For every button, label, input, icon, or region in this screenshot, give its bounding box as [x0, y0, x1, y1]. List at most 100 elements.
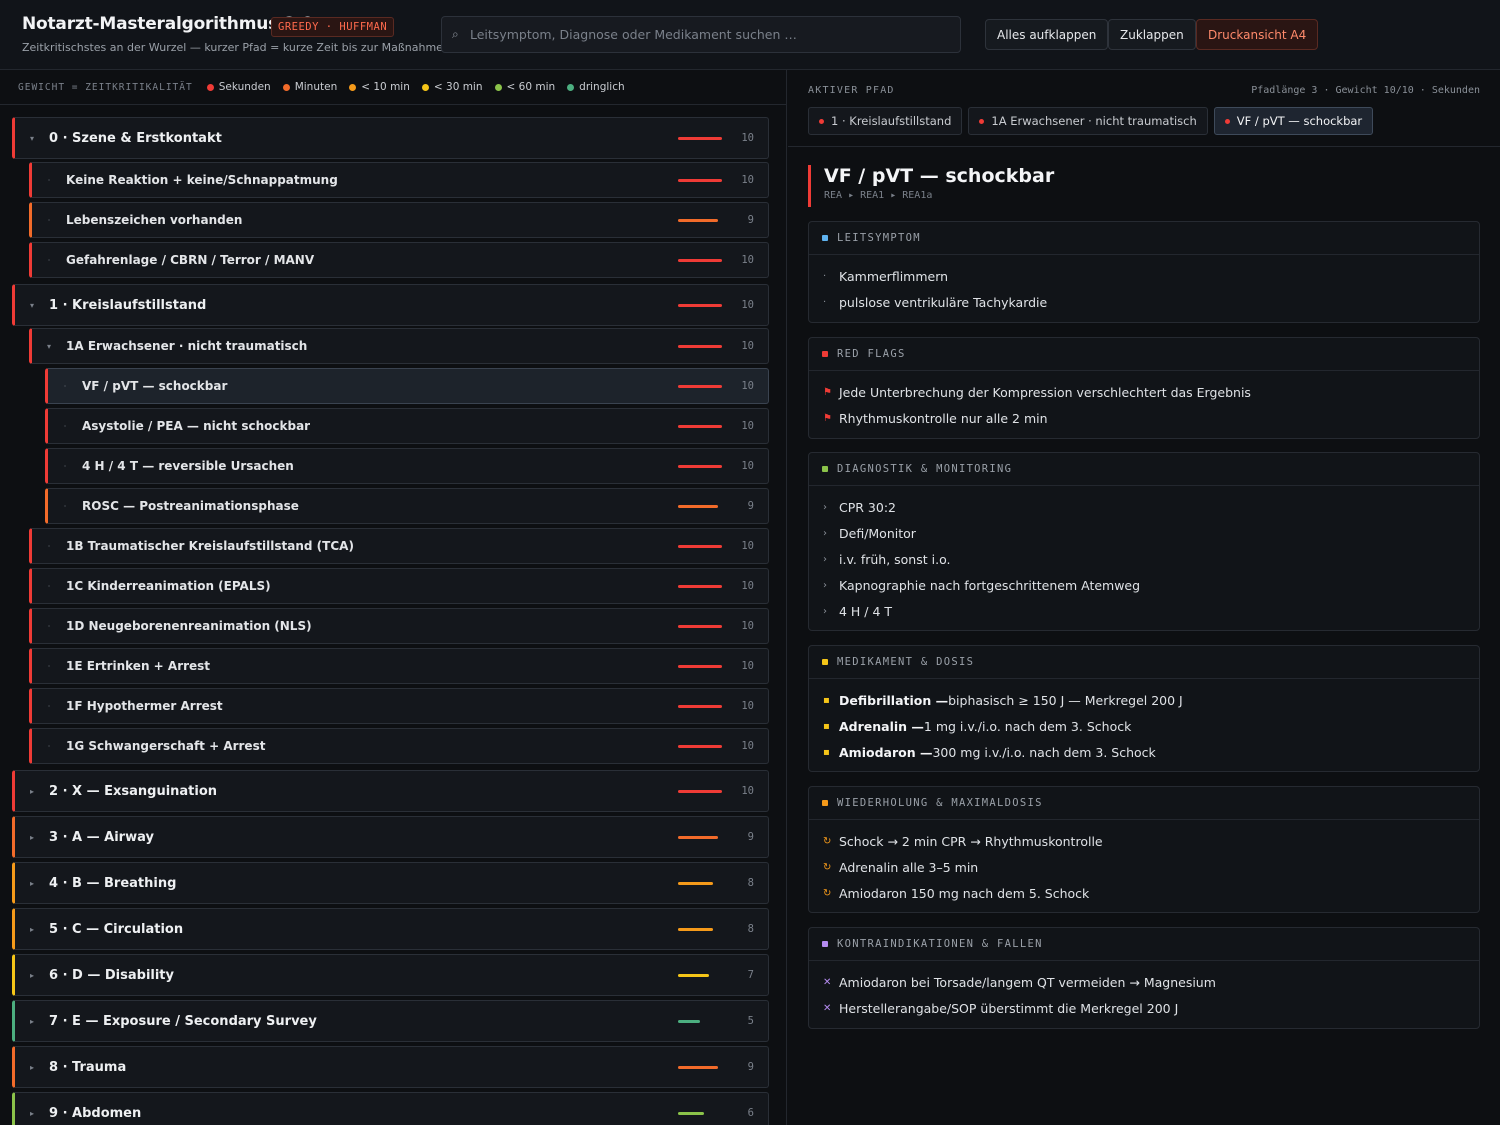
- collapse-button[interactable]: Zuklappen: [1108, 19, 1196, 50]
- tree-node[interactable]: ▸ 4 · B — Breathing 8: [12, 862, 769, 904]
- tree-node[interactable]: · 1F Hypothermer Arrest 10: [29, 688, 769, 724]
- tree-node-label: 3 · A — Airway: [49, 829, 154, 845]
- search-input[interactable]: [470, 27, 960, 42]
- item-text: Schock → 2 min CPR → Rhythmuskontrolle: [839, 834, 1103, 850]
- legend-items: Sekunden Minuten < 10 min < 30 min < 60 min d…: [206, 81, 637, 93]
- tree-node-label: 1 · Kreislaufstillstand: [49, 297, 207, 313]
- list-item: ✕ Herstellerangabe/SOP überstimmt die Mer…: [823, 996, 1465, 1022]
- weight-bar-fill: [678, 344, 722, 348]
- crumb-dot: [1224, 118, 1230, 124]
- tree-node[interactable]: · ROSC — Postreanimationsphase 9: [45, 488, 769, 524]
- detail-breadcrumb: REA ▸ REA1 ▸ REA1a: [824, 190, 933, 201]
- weight-bar: [678, 973, 722, 977]
- weight-value: 10: [741, 174, 754, 186]
- chevron-right-icon: ▸: [29, 1016, 34, 1026]
- dot-icon: ·: [63, 501, 67, 511]
- weight-value: 10: [741, 132, 754, 144]
- tree-node[interactable]: · 4 H / 4 T — reversible Ursachen 10: [45, 448, 769, 484]
- dot-icon: ·: [823, 297, 827, 309]
- cross-icon: ✕: [823, 977, 832, 989]
- list-item: › CPR 30:2: [823, 495, 1465, 521]
- tree-node-label: 9 · Abdomen: [49, 1105, 142, 1121]
- tree-node[interactable]: · Gefahrenlage / CBRN / Terror / MANV 10: [29, 242, 769, 278]
- section-dot: [822, 466, 828, 472]
- tree-node[interactable]: · 1D Neugeborenenreanimation (NLS) 10: [29, 608, 769, 644]
- tree-node-label: 1B Traumatischer Kreislaufstillstand (TC…: [66, 539, 354, 553]
- square-icon: ▪: [823, 746, 830, 758]
- tree-node[interactable]: · 1B Traumatischer Kreislaufstillstand (T…: [29, 528, 769, 564]
- tree-node[interactable]: ▸ 7 · E — Exposure / Secondary Survey 5: [12, 1000, 769, 1042]
- tree-node[interactable]: · 1C Kinderreanimation (EPALS) 10: [29, 568, 769, 604]
- chevron-right-icon: ▸: [29, 786, 34, 796]
- tree-node-label: 4 · B — Breathing: [49, 875, 177, 891]
- path-crumb[interactable]: 1 · Kreislaufstillstand: [808, 107, 963, 135]
- tree-node-active[interactable]: · VF / pVT — schockbar 10: [45, 368, 769, 404]
- weight-value: 10: [741, 740, 754, 752]
- search-icon: ⌕: [452, 27, 459, 41]
- chevron-down-icon: ▾: [29, 133, 34, 143]
- tree-node[interactable]: · Keine Reaktion + keine/Schnappatmung 10: [29, 162, 769, 198]
- item-text: CPR 30:2: [839, 500, 896, 516]
- weight-bar: [678, 258, 722, 262]
- repeat-icon: ↻: [823, 836, 832, 848]
- list-item: ⚑ Rhythmuskontrolle nur alle 2 min: [823, 406, 1465, 432]
- chevron-down-icon: ▾: [46, 341, 51, 351]
- print-view-button[interactable]: Druckansicht A4: [1196, 19, 1319, 50]
- weight-bar-fill: [678, 303, 722, 307]
- tree-node[interactable]: ▸ 9 · Abdomen 6: [12, 1092, 769, 1125]
- weight-bar: [678, 544, 722, 548]
- weight-bar: [678, 464, 722, 468]
- section-kontraindikationen: KONTRAINDIKATIONEN & FALLEN ✕ Amiodaron be…: [808, 927, 1480, 1029]
- item-term: Adrenalin —: [839, 719, 924, 735]
- legend-title: GEWICHT = ZEITKRITIKALITÄT: [18, 81, 193, 93]
- weight-bar-fill: [678, 258, 722, 262]
- dot-icon: ·: [47, 215, 51, 225]
- tree-node[interactable]: ▸ 5 · C — Circulation 8: [12, 908, 769, 950]
- tree-node[interactable]: · Asystolie / PEA — nicht schockbar 10: [45, 408, 769, 444]
- tree-node[interactable]: ▸ 2 · X — Exsanguination 10: [12, 770, 769, 812]
- crumb-dot: [819, 118, 824, 124]
- weight-bar: [678, 218, 722, 222]
- tree-node-label: Lebenszeichen vorhanden: [66, 213, 243, 227]
- tree-node[interactable]: ▾ 1 · Kreislaufstillstand 10: [12, 284, 769, 326]
- path-crumb[interactable]: 1A Erwachsener · nicht traumatisch: [968, 107, 1208, 135]
- section-title: LEITSYMPTOM: [837, 232, 921, 244]
- tree-node[interactable]: ▾ 1A Erwachsener · nicht traumatisch 10: [29, 328, 769, 364]
- tree-node-label: ROSC — Postreanimationsphase: [82, 499, 299, 513]
- tree-node[interactable]: ▸ 3 · A — Airway 9: [12, 816, 769, 858]
- weight-value: 10: [741, 620, 754, 632]
- tree-node[interactable]: ▸ 6 · D — Disability 7: [12, 954, 769, 996]
- section-dot: [822, 800, 828, 806]
- crumb-label: 1 · Kreislaufstillstand: [831, 114, 952, 128]
- legend-item: < 60 min: [494, 81, 555, 93]
- legend-dot: [494, 83, 502, 91]
- section-title: MEDIKAMENT & DOSIS: [837, 656, 975, 668]
- list-item: ↻ Amiodaron 150 mg nach dem 5. Schock: [823, 881, 1465, 907]
- weight-bar: [678, 664, 722, 668]
- app-header: Notarzt-Masteralgorithmus 2.0 GREEDY · H…: [0, 0, 1500, 70]
- weight-value: 10: [741, 460, 754, 472]
- tree-node[interactable]: ▾ 0 · Szene & Erstkontakt 10: [12, 117, 769, 159]
- weight-bar-fill: [678, 744, 722, 748]
- weight-value: 9: [747, 1061, 754, 1073]
- legend-label: dringlich: [579, 81, 625, 93]
- section-title: WIEDERHOLUNG & MAXIMALDOSIS: [837, 797, 1043, 809]
- expand-all-button[interactable]: Alles aufklappen: [985, 19, 1109, 50]
- tree-node[interactable]: · 1E Ertrinken + Arrest 10: [29, 648, 769, 684]
- list-item: ↻ Adrenalin alle 3–5 min: [823, 855, 1465, 881]
- weight-bar: [678, 178, 722, 182]
- weight-bar-fill: [678, 624, 722, 628]
- section-dot: [822, 351, 828, 357]
- tree-node[interactable]: · 1G Schwangerschaft + Arrest 10: [29, 728, 769, 764]
- weight-bar-fill: [678, 1019, 700, 1023]
- tree-node[interactable]: ▸ 8 · Trauma 9: [12, 1046, 769, 1088]
- weight-bar: [678, 704, 722, 708]
- chevron-right-icon: ▸: [29, 1062, 34, 1072]
- weight-bar-fill: [678, 504, 718, 508]
- path-crumb[interactable]: VF / pVT — schockbar: [1213, 107, 1374, 135]
- chevron-right-icon: ▸: [29, 1108, 34, 1118]
- cross-icon: ✕: [823, 1003, 832, 1015]
- tree-node[interactable]: · Lebenszeichen vorhanden 9: [29, 202, 769, 238]
- section-diagnostik: DIAGNOSTIK & MONITORING › CPR 30:2 › Defi/Mo…: [808, 452, 1480, 631]
- legend-dot: [421, 83, 429, 91]
